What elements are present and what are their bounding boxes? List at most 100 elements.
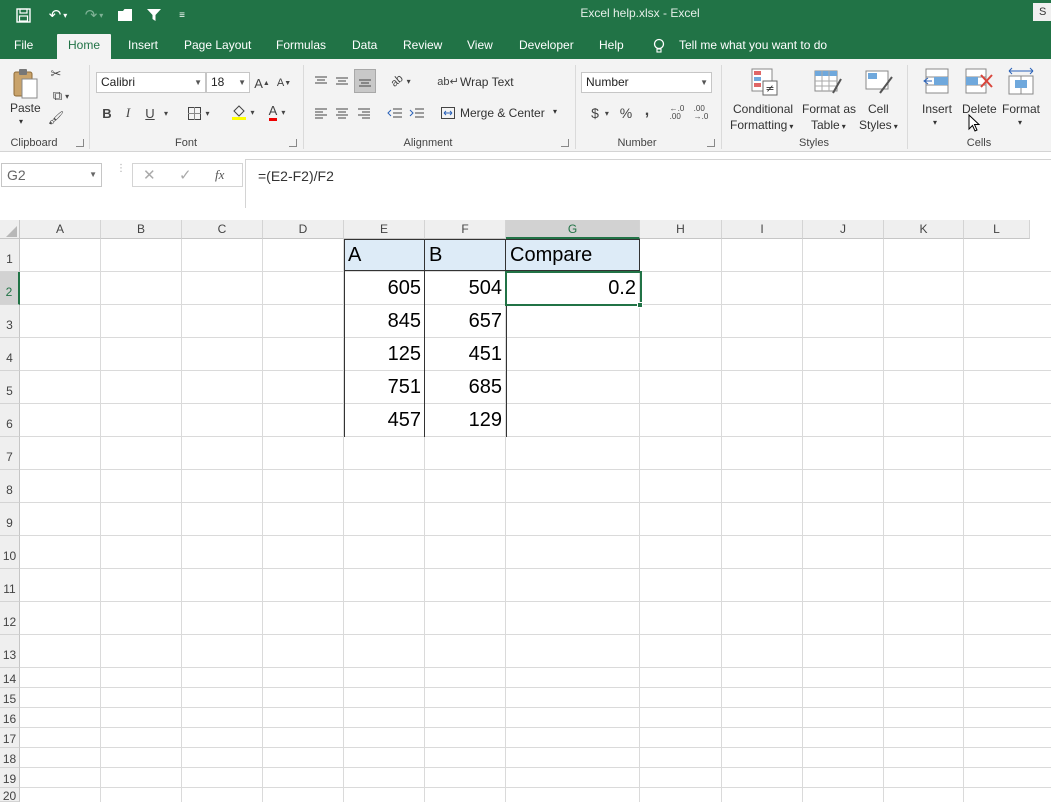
merge-dropdown-icon[interactable]: ▾ <box>553 107 557 116</box>
format-button[interactable]: Format <box>1002 102 1040 116</box>
insert-cells-icon[interactable] <box>922 67 952 97</box>
tab-insert[interactable]: Insert <box>128 34 158 59</box>
cell-styles-icon[interactable] <box>864 67 894 97</box>
decrease-indent-icon[interactable] <box>386 103 404 123</box>
align-right-icon[interactable] <box>355 103 373 123</box>
top-align-icon[interactable] <box>312 71 330 91</box>
comma-style-button[interactable]: , <box>640 101 654 121</box>
increase-font-icon[interactable]: A ▲ <box>254 73 270 93</box>
column-header-c[interactable]: C <box>182 220 263 239</box>
column-header-a[interactable]: A <box>20 220 101 239</box>
tab-file[interactable]: File <box>14 34 33 59</box>
paste-button[interactable]: Paste <box>10 101 41 115</box>
merge-center-icon[interactable] <box>440 103 456 123</box>
row-header-18[interactable]: 18 <box>0 748 20 768</box>
insert-function-icon[interactable]: fx <box>215 167 224 183</box>
row-header-2[interactable]: 2 <box>0 272 20 305</box>
row-header-16[interactable]: 16 <box>0 708 20 728</box>
bold-button[interactable]: B <box>99 103 115 123</box>
accounting-format-icon[interactable]: $ ▾ <box>585 103 615 123</box>
name-box[interactable]: G2 ▼ <box>1 163 102 187</box>
format-dropdown-icon[interactable]: ▾ <box>1018 118 1022 127</box>
row-header-6[interactable]: 6 <box>0 404 20 437</box>
tab-formulas[interactable]: Formulas <box>276 34 326 59</box>
row-header-5[interactable]: 5 <box>0 371 20 404</box>
tell-me-search[interactable]: Tell me what you want to do <box>679 34 827 59</box>
cell-e2[interactable]: 605 <box>344 272 425 304</box>
column-header-g[interactable]: G <box>506 220 640 239</box>
row-header-12[interactable]: 12 <box>0 602 20 635</box>
cell-e4[interactable]: 125 <box>344 338 425 370</box>
column-header-l[interactable]: L <box>964 220 1030 239</box>
bottom-align-icon[interactable] <box>354 69 376 93</box>
font-name-input[interactable]: Calibri ▼ <box>96 72 206 93</box>
cell-f1[interactable]: B <box>425 239 506 271</box>
insert-dropdown-icon[interactable]: ▾ <box>933 118 937 127</box>
format-painter-icon[interactable]: 🖌 <box>46 109 66 127</box>
row-header-9[interactable]: 9 <box>0 503 20 536</box>
decrease-decimal-icon[interactable]: .00 →.0 <box>690 103 712 123</box>
column-header-d[interactable]: D <box>263 220 344 239</box>
fill-handle[interactable] <box>637 302 643 308</box>
decrease-font-icon[interactable]: A ▼ <box>276 73 292 93</box>
column-header-i[interactable]: I <box>722 220 803 239</box>
insert-button[interactable]: Insert <box>922 102 952 116</box>
merge-center-button[interactable]: Merge & Center <box>460 106 545 120</box>
tab-developer[interactable]: Developer <box>519 34 574 59</box>
column-header-k[interactable]: K <box>884 220 964 239</box>
number-format-select[interactable]: Number ▼ <box>581 72 712 93</box>
increase-indent-icon[interactable] <box>408 103 426 123</box>
row-header-11[interactable]: 11 <box>0 569 20 602</box>
row-header-17[interactable]: 17 <box>0 728 20 748</box>
row-header-3[interactable]: 3 <box>0 305 20 338</box>
orientation-icon[interactable]: ab ▾ <box>386 71 416 91</box>
row-header-13[interactable]: 13 <box>0 635 20 668</box>
align-center-icon[interactable] <box>333 103 351 123</box>
row-header-14[interactable]: 14 <box>0 668 20 688</box>
active-cell-selection[interactable] <box>505 271 642 306</box>
conditional-formatting-label[interactable]: Formatting ▾ <box>730 118 793 132</box>
cell-f3[interactable]: 657 <box>425 305 506 337</box>
conditional-formatting-icon[interactable]: ≠ <box>750 67 780 97</box>
cell-g1[interactable]: Compare <box>506 239 640 271</box>
paste-dropdown-icon[interactable]: ▾ <box>19 117 23 126</box>
italic-button[interactable]: I <box>120 103 136 123</box>
alignment-launcher-icon[interactable] <box>561 139 569 147</box>
format-as-table-icon[interactable] <box>813 67 843 97</box>
cell-styles-button[interactable]: Cell <box>868 102 889 116</box>
select-all-corner[interactable] <box>0 220 20 239</box>
conditional-formatting-button[interactable]: Conditional <box>733 102 793 116</box>
delete-cells-icon[interactable] <box>964 67 994 97</box>
copy-icon[interactable]: ⧉ ▾ <box>46 87 76 105</box>
font-launcher-icon[interactable] <box>289 139 297 147</box>
cell-e6[interactable]: 457 <box>344 404 425 436</box>
tab-page-layout[interactable]: Page Layout <box>184 34 251 59</box>
tab-home[interactable]: Home <box>57 34 112 59</box>
row-header-1[interactable]: 1 <box>0 239 20 272</box>
tab-view[interactable]: View <box>467 34 493 59</box>
percent-style-button[interactable]: % <box>618 103 634 123</box>
tab-review[interactable]: Review <box>403 34 442 59</box>
cut-icon[interactable]: ✂ <box>46 65 66 83</box>
formula-input[interactable]: =(E2-F2)/F2 <box>245 159 1051 208</box>
tab-data[interactable]: Data <box>352 34 377 59</box>
paste-icon[interactable] <box>10 67 40 101</box>
cell-f6[interactable]: 129 <box>425 404 506 436</box>
underline-button[interactable]: U <box>142 103 158 123</box>
cell-f4[interactable]: 451 <box>425 338 506 370</box>
spreadsheet-grid[interactable]: A B C D E F G H I J K L 1 2 3 4 5 6 7 8 9 10 11 12 13 14 15 16 17 18 1… <box>0 220 1051 802</box>
number-launcher-icon[interactable] <box>707 139 715 147</box>
cell-e1[interactable]: A <box>344 239 425 271</box>
column-header-b[interactable]: B <box>101 220 182 239</box>
column-header-f[interactable]: F <box>425 220 506 239</box>
row-header-7[interactable]: 7 <box>0 437 20 470</box>
cell-f5[interactable]: 685 <box>425 371 506 403</box>
font-size-input[interactable]: 18 ▼ <box>206 72 250 93</box>
format-cells-icon[interactable] <box>1006 67 1036 97</box>
user-badge[interactable]: S <box>1033 3 1051 21</box>
column-header-e[interactable]: E <box>344 220 425 239</box>
clipboard-launcher-icon[interactable] <box>76 139 84 147</box>
increase-decimal-icon[interactable]: ←.0.00 <box>666 103 688 123</box>
middle-align-icon[interactable] <box>333 71 351 91</box>
row-header-19[interactable]: 19 <box>0 768 20 788</box>
